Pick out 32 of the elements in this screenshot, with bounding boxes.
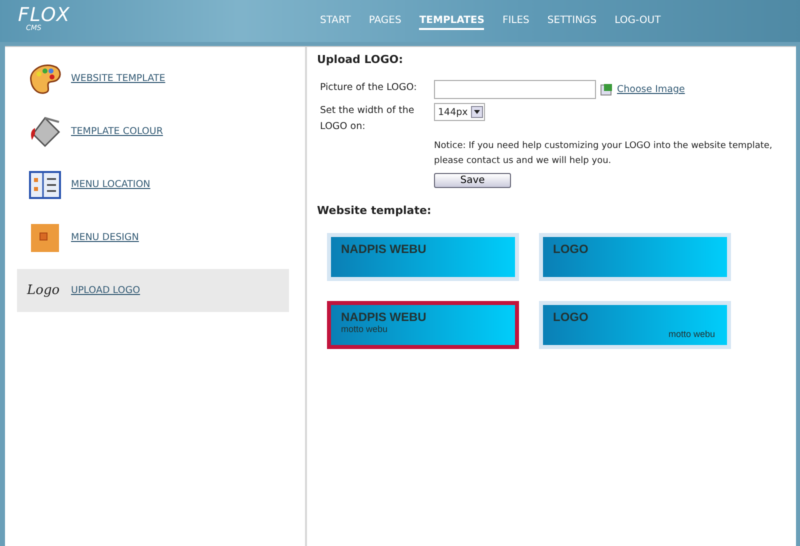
input-field[interactable]: [434, 80, 596, 99]
template-title: NADPIS WEBU: [341, 242, 426, 256]
choose-image-link[interactable]: Choose Image: [617, 84, 685, 95]
width-dropdown[interactable]: 144px: [434, 103, 485, 121]
sidebar-link[interactable]: UPLOAD LOGO: [71, 285, 140, 296]
caret-icon: [470, 106, 483, 118]
sidebar-link[interactable]: TEMPLATE COLOUR: [71, 126, 163, 137]
sidebar-item[interactable]: WEBSITE TEMPLATE: [17, 57, 289, 100]
template-option[interactable]: NADPIS WEBU motto webu: [327, 301, 519, 349]
image-icon: [600, 83, 613, 96]
sidebar-link[interactable]: MENU DESIGN: [71, 232, 139, 243]
sidebar-item[interactable]: Logo UPLOAD LOGO: [17, 269, 289, 312]
template-title: LOGO: [553, 242, 588, 256]
section-title: Upload LOGO:: [317, 53, 404, 66]
notice-text: Notice: If you need help customizing your LOGO into the website template, please contact us and we will help you.: [434, 140, 774, 168]
sidebar-item[interactable]: MENU LOCATION: [17, 163, 289, 206]
template-title: LOGO: [553, 310, 588, 324]
script-logo-text: Logo: [27, 283, 61, 298]
field-label: Set the width of the LOGO on:: [320, 104, 416, 134]
template-motto: motto webu: [668, 329, 715, 339]
template-motto: motto webu: [341, 324, 388, 334]
template-title: NADPIS WEBU: [341, 310, 426, 324]
sidebar-link[interactable]: MENU LOCATION: [71, 179, 150, 190]
template-option[interactable]: LOGO motto webu: [539, 301, 731, 349]
section-title: Website template:: [317, 204, 432, 217]
sidebar-item[interactable]: TEMPLATE COLOUR: [17, 110, 289, 153]
template-option[interactable]: NADPIS WEBU: [327, 233, 519, 281]
field-label: Picture of the LOGO:: [320, 81, 418, 95]
save-button[interactable]: Save: [434, 173, 511, 188]
logo-text: FLOX: [18, 6, 72, 24]
sidebar-item[interactable]: MENU DESIGN: [17, 216, 289, 259]
sidebar-link[interactable]: WEBSITE TEMPLATE: [71, 73, 166, 84]
